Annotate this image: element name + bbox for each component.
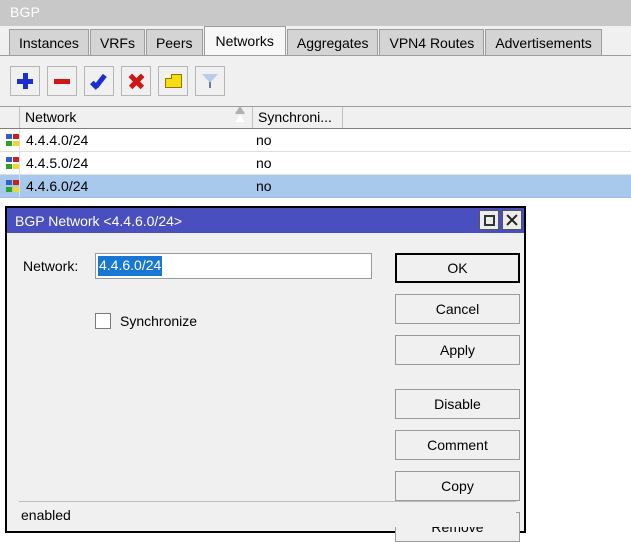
synchronize-label: Synchronize (120, 313, 197, 329)
table-row[interactable]: 4.4.6.0/24no (0, 175, 631, 198)
dialog-title: BGP Network <4.4.6.0/24> (15, 213, 182, 229)
filter-button[interactable] (195, 66, 225, 96)
comment-button[interactable] (158, 66, 188, 96)
synchronize-checkbox[interactable] (95, 313, 111, 329)
button-label: Disable (434, 396, 481, 412)
column-header-flag[interactable] (0, 107, 20, 128)
dialog-titlebar[interactable]: BGP Network <4.4.6.0/24> (7, 208, 524, 233)
close-button[interactable] (502, 210, 522, 230)
restore-button[interactable] (479, 210, 499, 230)
button-label: Copy (441, 478, 474, 494)
row-synchronize-cell: no (256, 152, 343, 174)
status-quad-icon (6, 180, 19, 192)
enable-button[interactable] (84, 66, 114, 96)
dialog-body: Network: 4.4.6.0/24 Synchronize OK Cancel… (7, 233, 524, 531)
dialog-titlebar-buttons (479, 210, 522, 230)
button-label: OK (447, 260, 467, 276)
minus-icon (54, 79, 70, 84)
tab-label: Aggregates (297, 35, 369, 51)
note-icon (165, 74, 182, 88)
disable-button[interactable]: Disable (395, 389, 520, 419)
network-label: Network: (23, 258, 78, 274)
disable-button[interactable] (121, 66, 151, 96)
bgp-window: BGP Instances VRFs Peers Networks Aggregates… (0, 0, 631, 533)
tab-label: Peers (156, 35, 193, 51)
column-header-network-label: Network (25, 109, 76, 125)
tab-networks[interactable]: Networks (204, 26, 286, 55)
close-icon (506, 214, 518, 226)
x-icon (128, 73, 144, 89)
status-quad-icon (6, 134, 19, 146)
tab-label: VRFs (100, 35, 135, 51)
tab-vpn4-routes[interactable]: VPN4 Routes (379, 29, 484, 55)
tab-vrfs[interactable]: VRFs (90, 29, 145, 55)
tab-aggregates[interactable]: Aggregates (287, 29, 379, 55)
network-input-value: 4.4.6.0/24 (98, 256, 162, 276)
table-header: Network Synchroni... (0, 107, 631, 129)
row-network-cell: 4.4.6.0/24 (26, 175, 253, 197)
button-label: Comment (427, 437, 488, 453)
tabstrip: Instances VRFs Peers Networks Aggregates VPN4… (0, 26, 631, 55)
remove-button[interactable] (47, 66, 77, 96)
sort-ascending-icon (235, 114, 245, 122)
table-row[interactable]: 4.4.5.0/24no (0, 152, 631, 175)
check-icon (91, 74, 108, 88)
add-button[interactable] (10, 66, 40, 96)
tab-label: Instances (19, 35, 79, 51)
restore-icon (484, 215, 495, 226)
row-network-cell: 4.4.4.0/24 (26, 129, 253, 151)
bgp-network-dialog: BGP Network <4.4.6.0/24> Network: 4.4.6.… (5, 206, 526, 533)
ok-button[interactable]: OK (395, 253, 520, 283)
tab-label: Networks (216, 33, 274, 49)
button-label: Apply (440, 342, 475, 358)
dialog-statusbar: enabled (19, 501, 516, 527)
funnel-icon (202, 73, 218, 89)
tab-label: Advertisements (495, 35, 591, 51)
column-header-network[interactable]: Network (20, 107, 253, 128)
row-synchronize-cell: no (256, 129, 343, 151)
synchronize-checkbox-row[interactable]: Synchronize (95, 313, 197, 329)
toolbar (0, 55, 631, 106)
table-row[interactable]: 4.4.4.0/24no (0, 129, 631, 152)
network-input[interactable]: 4.4.6.0/24 (95, 253, 372, 279)
comment-button[interactable]: Comment (395, 430, 520, 460)
column-header-spacer[interactable] (343, 107, 631, 128)
window-titlebar: BGP (0, 0, 631, 26)
tab-advertisements[interactable]: Advertisements (485, 29, 601, 55)
tab-list: Instances VRFs Peers Networks Aggregates VPN4… (9, 26, 603, 55)
status-text: enabled (19, 507, 71, 523)
window-title: BGP (10, 4, 40, 20)
tab-label: VPN4 Routes (389, 35, 474, 51)
status-quad-icon (6, 157, 19, 169)
row-synchronize-cell: no (256, 175, 343, 197)
row-network-cell: 4.4.5.0/24 (26, 152, 253, 174)
tab-instances[interactable]: Instances (9, 29, 89, 55)
column-header-synchronize[interactable]: Synchroni... (253, 107, 343, 128)
cancel-button[interactable]: Cancel (395, 294, 520, 324)
plus-icon (17, 73, 33, 89)
tab-peers[interactable]: Peers (146, 29, 203, 55)
button-label: Cancel (436, 301, 480, 317)
copy-button[interactable]: Copy (395, 471, 520, 501)
apply-button[interactable]: Apply (395, 335, 520, 365)
